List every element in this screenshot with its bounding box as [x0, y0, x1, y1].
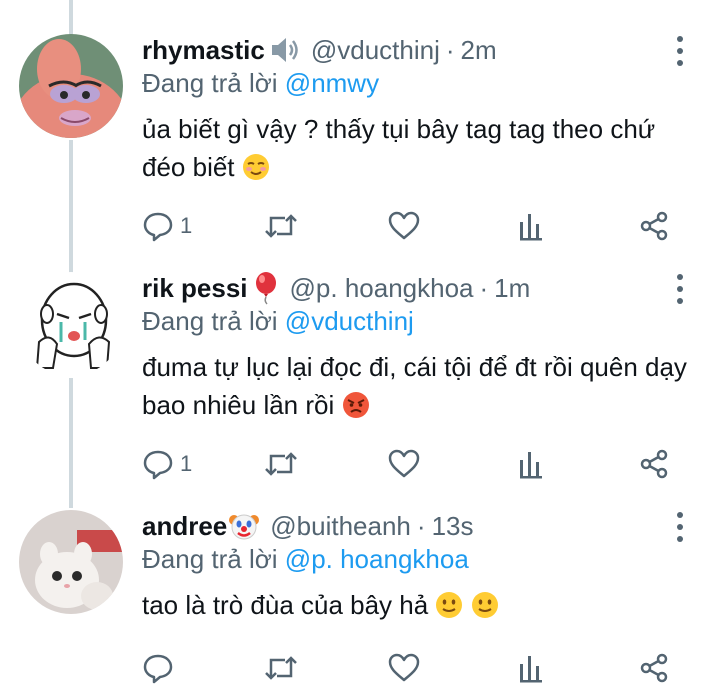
reply-button[interactable]: 1 [142, 444, 192, 484]
user-handle[interactable]: @buitheanh [270, 511, 411, 542]
avatar[interactable] [19, 272, 123, 376]
tweet-actions: 1 [0, 444, 720, 484]
replying-prefix: Đang trả lời [142, 544, 278, 574]
replying-to: Đang trả lời @vducthinj [142, 306, 414, 337]
retweet-icon [265, 656, 297, 680]
tweet-reply[interactable]: andree @buitheanh · 13s Đang trả lời @p.… [0, 506, 720, 696]
display-name[interactable]: rik pessi [142, 273, 248, 304]
share-icon [640, 653, 668, 683]
user-handle[interactable]: @vducthinj [311, 35, 440, 66]
tweet-reply[interactable]: rhymastic @vducthinj · 2m Đang trả lời @… [0, 30, 720, 245]
share-button[interactable] [638, 444, 670, 484]
separator-dot: · [479, 272, 489, 303]
retweet-icon [265, 452, 297, 476]
reply-button[interactable]: 1 [142, 206, 192, 246]
heart-icon [388, 211, 420, 240]
reply-count: 1 [180, 451, 193, 476]
timestamp[interactable]: 13s [432, 511, 474, 542]
tweet-reply[interactable]: rik pessi @p. hoangkhoa · 1m Đang trả lờ… [0, 268, 720, 483]
avatar[interactable] [19, 510, 123, 614]
tweet-text: đuma tự lục lại đọc đi, cái tội để đt rồ… [142, 348, 702, 424]
display-name[interactable]: andree [142, 511, 227, 542]
retweet-icon [265, 214, 297, 238]
replying-to: Đang trả lời @p. hoangkhoa [142, 544, 469, 575]
like-button[interactable] [387, 206, 421, 246]
tweet-text: tao là trò đùa của bây hả [142, 586, 702, 624]
slightly-smiling-face-emoji [435, 591, 463, 619]
share-icon [640, 211, 668, 241]
tweet-header: andree @buitheanh · 13s [142, 506, 473, 546]
replying-mention[interactable]: @nmwy [285, 68, 379, 98]
stats-icon [520, 656, 542, 683]
tweet-actions [0, 648, 720, 688]
heart-icon [388, 653, 420, 682]
clown-face-icon [228, 510, 260, 542]
view-stats-button[interactable] [517, 444, 545, 484]
avatar[interactable] [19, 34, 123, 138]
tweet-body: đuma tự lục lại đọc đi, cái tội để đt rồ… [142, 352, 687, 420]
display-name[interactable]: rhymastic [142, 35, 265, 66]
tweet-header: rik pessi @p. hoangkhoa · 1m [142, 268, 530, 308]
replying-prefix: Đang trả lời [142, 68, 278, 98]
replying-mention[interactable]: @p. hoangkhoa [285, 544, 469, 574]
replying-mention[interactable]: @vducthinj [285, 306, 414, 336]
tweet-body: ủa biết gì vậy ? thấy tụi bây tag tag th… [142, 114, 656, 182]
tweet-actions: 1 [0, 206, 720, 246]
reply-count: 1 [180, 213, 193, 238]
share-button[interactable] [638, 206, 670, 246]
reply-icon [143, 450, 173, 480]
stats-icon [520, 214, 542, 241]
like-button[interactable] [387, 444, 421, 484]
tweet-text: ủa biết gì vậy ? thấy tụi bây tag tag th… [142, 110, 702, 186]
more-options-icon[interactable] [674, 512, 686, 542]
retweet-button[interactable] [263, 206, 299, 246]
timestamp[interactable]: 2m [461, 35, 497, 66]
share-icon [640, 449, 668, 479]
share-button[interactable] [638, 648, 670, 688]
replying-prefix: Đang trả lời [142, 306, 278, 336]
retweet-button[interactable] [263, 648, 299, 688]
reply-icon [143, 654, 173, 684]
like-button[interactable] [387, 648, 421, 688]
reply-thread: rhymastic @vducthinj · 2m Đang trả lời @… [0, 0, 720, 696]
tweet-header: rhymastic @vducthinj · 2m [142, 30, 497, 70]
separator-dot: · [445, 34, 455, 65]
stats-icon [520, 452, 542, 479]
view-stats-button[interactable] [517, 206, 545, 246]
slightly-smiling-face-emoji [471, 591, 499, 619]
red-balloon-icon [252, 271, 280, 305]
more-options-icon[interactable] [674, 36, 686, 66]
replying-to: Đang trả lời @nmwy [142, 68, 379, 99]
relieved-face-emoji [242, 153, 270, 181]
retweet-button[interactable] [263, 444, 299, 484]
user-handle[interactable]: @p. hoangkhoa [290, 273, 474, 304]
tweet-body: tao là trò đùa của bây hả [142, 590, 429, 620]
reply-icon [143, 212, 173, 242]
separator-dot: · [416, 510, 426, 541]
timestamp[interactable]: 1m [494, 273, 530, 304]
heart-icon [388, 449, 420, 478]
reply-button[interactable] [142, 648, 180, 688]
speaker-icon [269, 35, 301, 65]
view-stats-button[interactable] [517, 648, 545, 688]
more-options-icon[interactable] [674, 274, 686, 304]
angry-face-emoji [342, 391, 370, 419]
